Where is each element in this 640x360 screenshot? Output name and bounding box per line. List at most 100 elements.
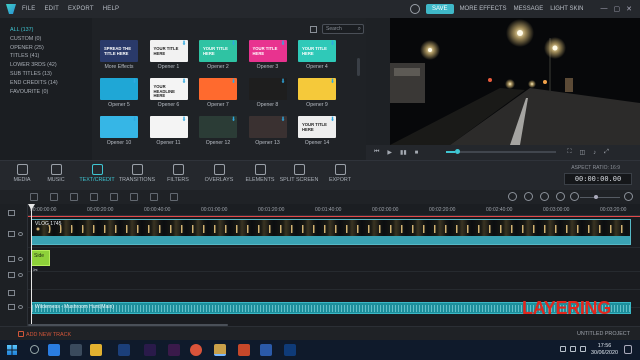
search-input[interactable]: Search ⌕ [322,24,364,34]
toolbar-export[interactable]: EXPORT [318,164,362,183]
snapshot-icon[interactable]: ◫ [579,149,585,156]
download-icon[interactable]: ⬇ [181,40,186,47]
playhead[interactable] [28,204,35,326]
category-custom[interactable]: CUSTOM (0) [10,35,92,44]
color-icon[interactable] [150,193,158,201]
eye-icon[interactable] [18,232,23,236]
playback-progress[interactable] [446,149,556,154]
delete-icon[interactable] [70,193,78,201]
title-preset-thumbnail[interactable]: ⬇ [298,78,336,100]
premiere-icon[interactable] [144,344,156,356]
close-icon[interactable]: ✕ [626,5,632,13]
toolbar-overlays[interactable]: OVERLAYS [197,164,241,183]
scissors-icon[interactable]: ✂ [33,267,38,274]
audio-mixer-icon[interactable] [170,193,178,201]
category-subtitles[interactable]: SUB TITLES (13) [10,70,92,79]
title-preset-thumbnail[interactable]: ⬇ [100,116,138,138]
download-icon[interactable]: ⬇ [330,78,335,85]
download-icon[interactable]: ⬇ [231,116,236,123]
category-favourite[interactable]: FAVOURITE (0) [10,88,92,97]
video-clip[interactable]: VLOG 1745 [31,219,631,245]
chrome-icon[interactable] [190,344,202,356]
toolbar-music[interactable]: MUSIC [34,164,78,183]
play-icon[interactable]: ▶ [387,149,392,156]
download-icon[interactable]: ⬇ [132,116,137,123]
save-button[interactable]: SAVE [426,4,454,14]
download-icon[interactable]: ⬇ [280,78,285,85]
title-preset-thumbnail[interactable]: YOUR TITLE HERE ⬇ [149,40,188,62]
toolbar-elements[interactable]: ELEMENTS [238,164,282,183]
redo-icon[interactable] [50,193,58,201]
account-icon[interactable] [410,4,420,14]
search-icon[interactable]: ⌕ [358,26,361,33]
download-icon[interactable]: ⬇ [231,40,236,47]
edge-icon[interactable] [48,344,60,356]
language-icon[interactable] [580,346,586,352]
start-icon[interactable] [7,345,17,355]
eye-icon[interactable] [18,257,23,261]
crop-icon[interactable] [110,193,118,201]
category-opener[interactable]: OPENER (25) [10,44,92,53]
category-lower-thirds[interactable]: LOWER 3RDS (42) [10,61,92,70]
app-icon[interactable] [284,344,296,356]
add-new-track-button[interactable]: ADD NEW TRACK [18,331,71,338]
taskview-icon[interactable] [70,344,82,356]
stop-icon[interactable]: ■ [415,150,419,156]
menu-help[interactable]: HELP [103,6,119,12]
message-button[interactable]: MESSAGE [514,6,544,12]
grid-scrollbar[interactable] [357,58,360,76]
maximize-icon[interactable]: ▢ [614,5,621,13]
download-icon[interactable]: ⬇ [330,116,335,123]
render-icon[interactable] [508,192,517,201]
title-preset-thumbnail[interactable]: YOUR TITLE HERE ⬇ [248,40,287,62]
download-icon[interactable]: ⬇ [181,78,186,85]
title-preset-thumbnail[interactable]: ⬇ [248,78,287,100]
eye-icon[interactable] [18,305,23,309]
notification-icon[interactable] [624,345,632,354]
title-preset-thumbnail[interactable]: YOUR TITLE HERE ⬇ [298,116,336,138]
zoom-out-icon[interactable] [570,192,579,201]
download-icon[interactable]: ⬇ [330,40,335,47]
zoom-in-icon[interactable] [624,192,633,201]
category-end-credits[interactable]: END CREDITS (14) [10,79,92,88]
timeline-ruler[interactable]: 00:00:00:00 00:00:20:00 00:00:40:00 00:01:0… [28,204,640,216]
download-icon[interactable]: ⬇ [181,116,186,123]
volume-icon[interactable]: ♪ [593,150,596,156]
eye-icon[interactable] [18,273,23,277]
title-preset-thumbnail[interactable]: YOUR HEADLINE HERE ⬇ [149,78,188,100]
expand-icon[interactable]: ⤢ [604,149,609,156]
volume-tray-icon[interactable] [570,346,576,352]
grid-view-icon[interactable] [310,25,317,33]
light-skin-button[interactable]: LIGHT SKIN [550,6,583,12]
zoom-slider[interactable] [580,195,620,199]
photoshop-icon[interactable] [118,344,130,356]
toolbar-filters[interactable]: FILTERS [156,164,200,183]
download-icon[interactable]: ⬇ [280,116,285,123]
title-preset-thumbnail[interactable]: ⬇ [248,116,287,138]
category-all[interactable]: ALL (137) [10,26,92,35]
fullscreen-icon[interactable]: ⛶ [567,149,571,156]
title-preset-thumbnail[interactable]: ⬇ [100,78,138,100]
more-effects-button[interactable]: MORE EFFECTS [460,6,507,12]
toolbar-split-screen[interactable]: SPLIT SCREEN [277,164,321,183]
marker-icon[interactable] [540,192,549,201]
title-clip[interactable]: Side [31,250,50,266]
cut-icon[interactable] [90,193,98,201]
undo-icon[interactable] [30,193,38,201]
title-preset-thumbnail[interactable]: ⬇ [199,78,237,100]
title-preset-thumbnail[interactable]: ⬇ [149,116,188,138]
title-preset-thumbnail[interactable]: SPREAD THE TITLE HERE [100,40,138,62]
category-titles[interactable]: TITLES (41) [10,52,92,61]
network-icon[interactable] [560,346,566,352]
download-icon[interactable]: ⬇ [132,78,137,85]
add-track-icon[interactable] [8,210,15,216]
voiceover-icon[interactable] [556,192,565,201]
download-icon[interactable]: ⬇ [280,40,285,47]
explorer-icon[interactable] [90,344,102,356]
download-icon[interactable]: ⬇ [231,78,236,85]
after-effects-icon[interactable] [168,344,180,356]
menu-export[interactable]: EXPORT [68,6,94,12]
search-taskbar-icon[interactable] [30,345,39,354]
title-preset-thumbnail[interactable]: ⬇ [199,116,237,138]
snap-icon[interactable] [524,192,533,201]
